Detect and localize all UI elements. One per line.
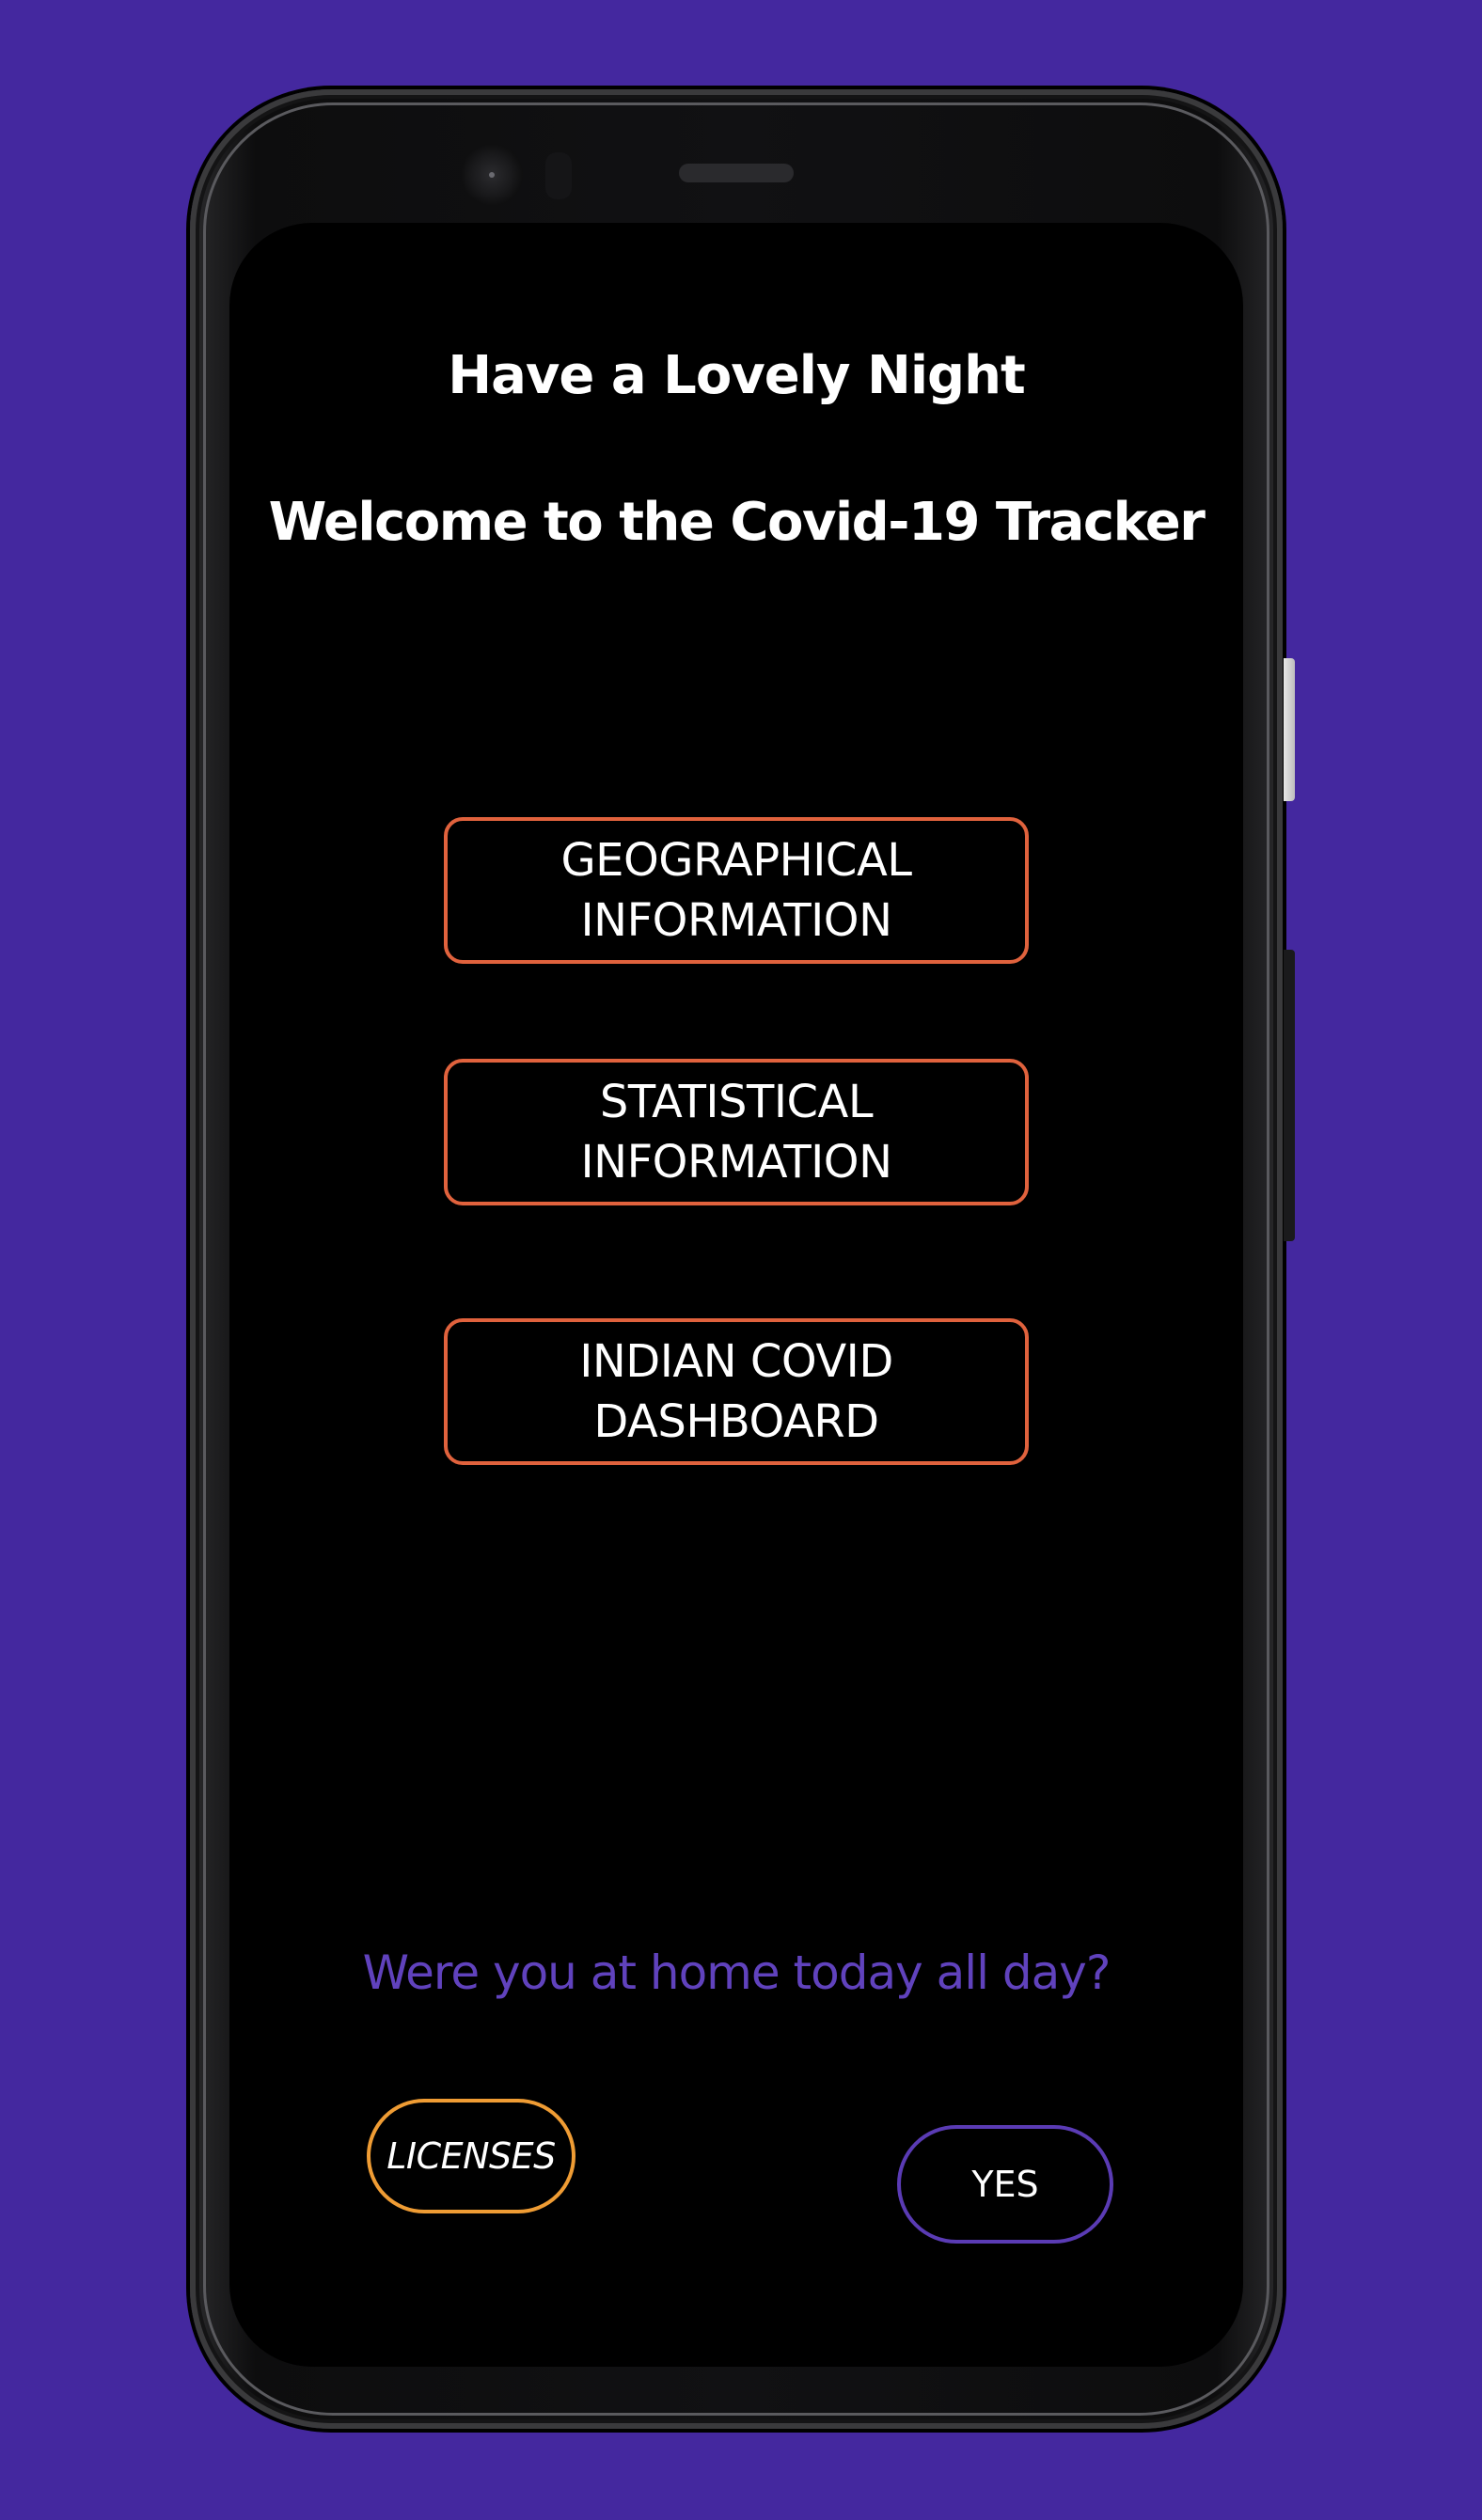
home-question-text: Were you at home today all day? — [362, 1945, 1112, 2000]
power-button — [1284, 658, 1295, 801]
welcome-heading: Welcome to the Covid-19 Tracker — [268, 492, 1206, 553]
front-camera-icon — [461, 144, 523, 206]
volume-button — [1284, 950, 1295, 1241]
greeting-heading: Have a Lovely Night — [448, 345, 1026, 406]
earpiece-speaker — [679, 164, 794, 182]
geographical-information-button[interactable]: GEOGRAPHICAL INFORMATION — [444, 817, 1029, 964]
proximity-sensor — [545, 152, 572, 199]
app-screen: Have a Lovely Night Welcome to the Covid… — [229, 223, 1243, 2367]
yes-button[interactable]: YES — [897, 2125, 1113, 2244]
indian-covid-dashboard-button[interactable]: INDIAN COVID DASHBOARD — [444, 1318, 1029, 1465]
statistical-information-button[interactable]: STATISTICAL INFORMATION — [444, 1059, 1029, 1205]
licenses-button[interactable]: LICENSES — [367, 2099, 575, 2213]
